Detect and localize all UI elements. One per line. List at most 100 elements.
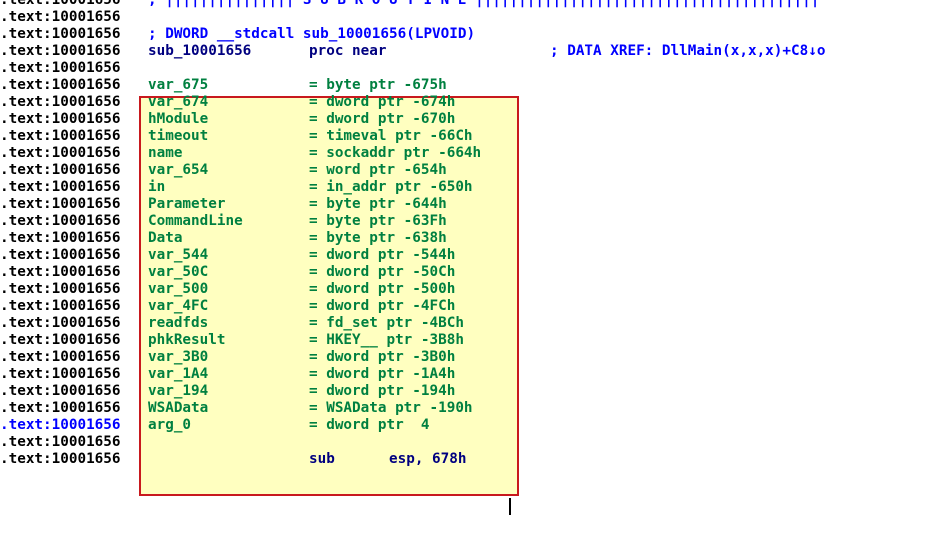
- instruction-operands: esp, 678h: [389, 451, 467, 467]
- stack-variable-line[interactable]: .text:10001656 var_3B0 = dword ptr -3B0h: [0, 349, 939, 366]
- address: .text:10001656: [0, 264, 121, 280]
- stack-variable-definition: = byte ptr -644h: [309, 196, 447, 212]
- argument-definition: = dword ptr 4: [309, 417, 430, 433]
- stack-variable-line[interactable]: .text:10001656 CommandLine = byte ptr -63F…: [0, 213, 939, 230]
- stack-variable-line[interactable]: .text:10001656 var_500 = dword ptr -500h: [0, 281, 939, 298]
- address: .text:10001656: [0, 162, 121, 178]
- address: .text:10001656: [0, 451, 121, 467]
- address: .text:10001656: [0, 196, 121, 212]
- address: .text:10001656: [0, 434, 121, 450]
- address: .text:10001656: [0, 417, 121, 433]
- text-cursor: [509, 498, 511, 515]
- stack-variable-line[interactable]: .text:10001656 hModule = dword ptr -670h: [0, 111, 939, 128]
- stack-variable-line[interactable]: .text:10001656 name = sockaddr ptr -664h: [0, 145, 939, 162]
- stack-variable-line[interactable]: .text:10001656 timeout = timeval ptr -66Ch: [0, 128, 939, 145]
- address: .text:10001656: [0, 43, 121, 59]
- subroutine-separator-line[interactable]: .text:10001656 ; ||||||||||||||| S U B R…: [0, 0, 939, 9]
- address: .text:10001656: [0, 60, 121, 76]
- stack-variable-line[interactable]: .text:10001656 var_50C = dword ptr -50Ch: [0, 264, 939, 281]
- address: .text:10001656: [0, 332, 121, 348]
- proc-line[interactable]: .text:10001656 sub_10001656 proc near ; …: [0, 43, 939, 60]
- stack-variable-name[interactable]: var_1A4: [148, 366, 208, 383]
- stack-variable-line[interactable]: .text:10001656 var_654 = word ptr -654h: [0, 162, 939, 179]
- stack-variable-line[interactable]: .text:10001656 var_674 = dword ptr -674h: [0, 94, 939, 111]
- stack-variable-definition: = dword ptr -4FCh: [309, 298, 456, 314]
- stack-variable-definition: = dword ptr -674h: [309, 94, 456, 110]
- data-xref-comment[interactable]: ; DATA XREF: DllMain(x,x,x)+C8↓o: [550, 43, 825, 60]
- stack-variable-definition: = in_addr ptr -650h: [309, 179, 473, 195]
- stack-variable-name[interactable]: var_50C: [148, 264, 208, 281]
- instruction-line[interactable]: .text:10001656 sub esp, 678h: [0, 451, 939, 468]
- stack-variable-line[interactable]: .text:10001656 var_1A4 = dword ptr -1A4h: [0, 366, 939, 383]
- stack-variable-name[interactable]: Data: [148, 230, 182, 247]
- stack-variable-line[interactable]: .text:10001656 phkResult = HKEY__ ptr -3B8…: [0, 332, 939, 349]
- prototype-line[interactable]: .text:10001656 ; DWORD __stdcall sub_100…: [0, 26, 939, 43]
- address: .text:10001656: [0, 400, 121, 416]
- stack-variable-line[interactable]: .text:10001656 var_194 = dword ptr -194h: [0, 383, 939, 400]
- stack-variable-definition: = word ptr -654h: [309, 162, 447, 178]
- stack-variable-definition: = byte ptr -638h: [309, 230, 447, 246]
- function-prototype-comment: ; DWORD __stdcall sub_10001656(LPVOID): [148, 26, 476, 42]
- address: .text:10001656: [0, 145, 121, 161]
- stack-variable-line[interactable]: .text:10001656 var_544 = dword ptr -544h: [0, 247, 939, 264]
- stack-variable-line[interactable]: .text:10001656 WSAData = WSAData ptr -190h: [0, 400, 939, 417]
- stack-variable-definition: = dword ptr -3B0h: [309, 349, 456, 365]
- stack-variable-definition: = byte ptr -63Fh: [309, 213, 447, 229]
- stack-variable-name[interactable]: hModule: [148, 111, 208, 128]
- disassembly-listing[interactable]: .text:10001656 ; ||||||||||||||| S U B R…: [0, 0, 939, 468]
- address: .text:10001656: [0, 213, 121, 229]
- stack-variables-list: .text:10001656 var_675 = byte ptr -675h .te…: [0, 77, 939, 417]
- address: .text:10001656: [0, 315, 121, 331]
- stack-variable-definition: = dword ptr -670h: [309, 111, 456, 127]
- stack-variable-name[interactable]: timeout: [148, 128, 208, 145]
- blank-line[interactable]: .text:10001656: [0, 434, 939, 451]
- stack-variable-name[interactable]: phkResult: [148, 332, 225, 349]
- address: .text:10001656: [0, 383, 121, 399]
- stack-variable-definition: = HKEY__ ptr -3B8h: [309, 332, 464, 348]
- stack-variable-name[interactable]: name: [148, 145, 182, 162]
- stack-variable-definition: = dword ptr -500h: [309, 281, 456, 297]
- instruction-mnemonic: sub: [309, 451, 335, 467]
- stack-variable-name[interactable]: var_3B0: [148, 349, 208, 366]
- stack-variable-line[interactable]: .text:10001656 var_675 = byte ptr -675h: [0, 77, 939, 94]
- address: .text:10001656: [0, 0, 121, 8]
- stack-variable-definition: = dword ptr -50Ch: [309, 264, 456, 280]
- address: .text:10001656: [0, 298, 121, 314]
- stack-variable-definition: = sockaddr ptr -664h: [309, 145, 482, 161]
- blank-line[interactable]: .text:10001656: [0, 9, 939, 26]
- address: .text:10001656: [0, 9, 121, 25]
- stack-variable-name[interactable]: Parameter: [148, 196, 225, 213]
- stack-variable-name[interactable]: var_194: [148, 383, 208, 400]
- function-name[interactable]: sub_10001656: [148, 43, 251, 60]
- address: .text:10001656: [0, 366, 121, 382]
- address: .text:10001656: [0, 179, 121, 195]
- address: .text:10001656: [0, 230, 121, 246]
- stack-variable-name[interactable]: var_500: [148, 281, 208, 298]
- stack-variable-name[interactable]: var_675: [148, 77, 208, 94]
- separator-comment: ; ||||||||||||||| S U B R O U T I N E ||…: [148, 0, 820, 8]
- stack-variable-definition: = dword ptr -194h: [309, 383, 456, 399]
- stack-variable-name[interactable]: var_4FC: [148, 298, 208, 315]
- stack-variable-line[interactable]: .text:10001656 var_4FC = dword ptr -4FCh: [0, 298, 939, 315]
- argument-name[interactable]: arg_0: [148, 417, 191, 434]
- stack-variable-name[interactable]: var_674: [148, 94, 208, 111]
- argument-line[interactable]: .text:10001656 arg_0 = dword ptr 4: [0, 417, 939, 434]
- address: .text:10001656: [0, 128, 121, 144]
- proc-directive: proc near: [309, 43, 387, 59]
- stack-variable-definition: = timeval ptr -66Ch: [309, 128, 473, 144]
- stack-variable-name[interactable]: in: [148, 179, 165, 196]
- address: .text:10001656: [0, 281, 121, 297]
- stack-variable-name[interactable]: var_544: [148, 247, 208, 264]
- stack-variable-line[interactable]: .text:10001656 readfds = fd_set ptr -4BCh: [0, 315, 939, 332]
- stack-variable-name[interactable]: var_654: [148, 162, 208, 179]
- stack-variable-line[interactable]: .text:10001656 Parameter = byte ptr -644h: [0, 196, 939, 213]
- stack-variable-definition: = fd_set ptr -4BCh: [309, 315, 464, 331]
- address: .text:10001656: [0, 247, 121, 263]
- stack-variable-name[interactable]: CommandLine: [148, 213, 243, 230]
- stack-variable-name[interactable]: WSAData: [148, 400, 208, 417]
- blank-line[interactable]: .text:10001656: [0, 60, 939, 77]
- stack-variable-name[interactable]: readfds: [148, 315, 208, 332]
- stack-variable-definition: = WSAData ptr -190h: [309, 400, 473, 416]
- stack-variable-line[interactable]: .text:10001656 Data = byte ptr -638h: [0, 230, 939, 247]
- stack-variable-line[interactable]: .text:10001656 in = in_addr ptr -650h: [0, 179, 939, 196]
